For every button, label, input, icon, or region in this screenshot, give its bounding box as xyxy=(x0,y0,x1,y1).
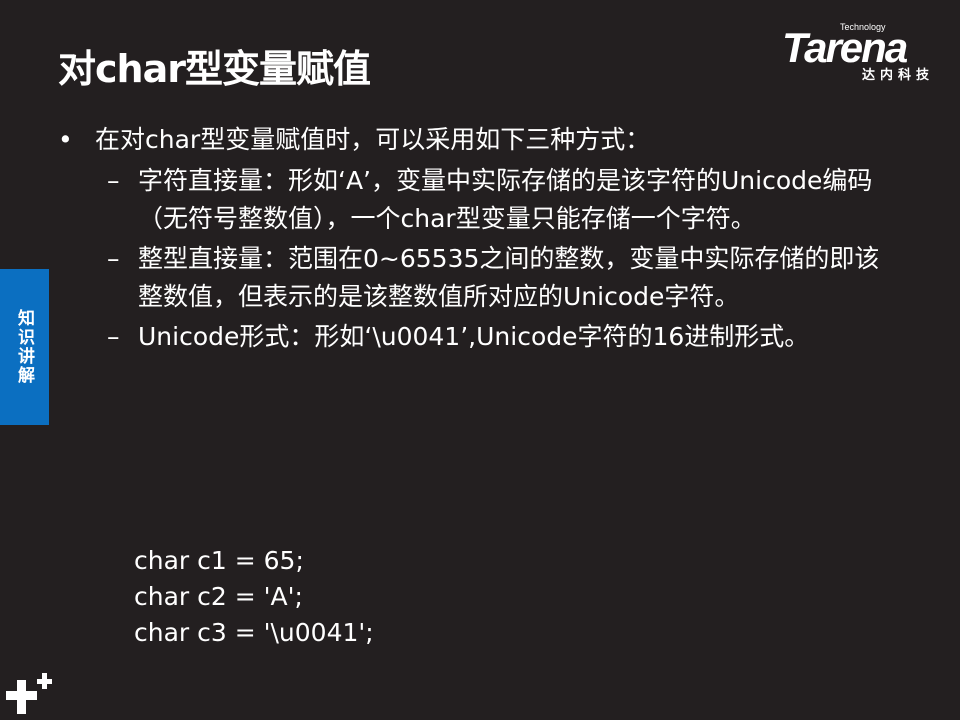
code-block: char c1 = 65; char c2 = 'A'; char c3 = '… xyxy=(134,543,374,651)
sub-item: – 字符直接量：形如‘A’，变量中实际存储的是该字符的Unicode编码（无符号整… xyxy=(107,166,873,233)
sub-item-text: 整型直接量：范围在0~65535之间的整数，变量中实际存储的即该整数值，但表示的… xyxy=(138,244,880,311)
sub-item-text: 字符直接量：形如‘A’，变量中实际存储的是该字符的Unicode编码（无符号整数… xyxy=(138,166,873,233)
code-line: char c1 = 65; xyxy=(134,546,304,575)
logo-cn: 达内科技 xyxy=(862,68,935,83)
slide-title: 对char型变量赋值 xyxy=(58,47,371,91)
bullet-item: 在对char型变量赋值时，可以采用如下三种方式： xyxy=(58,120,888,160)
sub-item: – 整型直接量：范围在0~65535之间的整数，变量中实际存储的即该整数值，但表示… xyxy=(107,244,880,311)
slide-content: 在对char型变量赋值时，可以采用如下三种方式： –字符直接量：形如‘A’，变量… xyxy=(58,120,888,358)
code-line: char c3 = '\u0041'; xyxy=(134,618,374,647)
sub-item: – Unicode形式：形如‘\u0041’,Unicode字符的16进制形式。 xyxy=(107,322,810,351)
side-tab: 知识讲解 xyxy=(0,269,49,425)
side-tab-label: 知识讲解 xyxy=(14,309,34,385)
plus-plus-icon xyxy=(6,673,52,714)
tarena-logo: Technology Tarena 达内科技 xyxy=(782,20,947,83)
code-line: char c2 = 'A'; xyxy=(134,582,303,611)
sub-item-text: Unicode形式：形如‘\u0041’,Unicode字符的16进制形式。 xyxy=(138,322,810,351)
